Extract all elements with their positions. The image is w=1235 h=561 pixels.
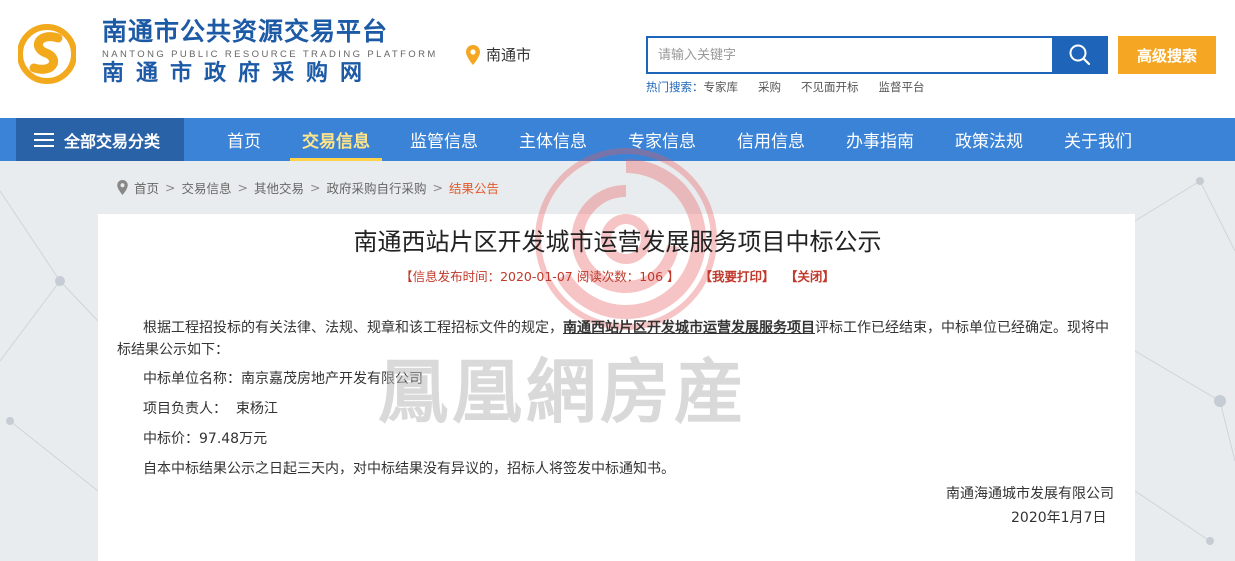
search-button[interactable] [1052,36,1108,74]
all-categories-menu[interactable]: 全部交易分类 [16,118,184,161]
search-input[interactable] [648,38,1054,72]
search-box [646,36,1054,74]
close-link[interactable]: 【关闭】 [785,269,835,284]
breadcrumb-item[interactable]: 交易信息 [182,178,232,197]
logo-text: 南通市公共资源交易平台 NANTONG PUBLIC RESOURCE TRAD… [102,17,438,88]
hot-search-label: 热门搜索： [646,80,704,94]
nav-item-supervision[interactable]: 监管信息 [398,118,490,161]
article-meta: 【信息发布时间：2020-01-07 阅读次数：106 】 【我要打印】 【关闭… [0,266,1235,285]
hot-search-item[interactable]: 采购 [758,79,781,95]
breadcrumb: 首页 > 交易信息 > 其他交易 > 政府采购自行采购 > 结果公告 [117,178,499,197]
site-title-en: NANTONG PUBLIC RESOURCE TRADING PLATFORM [102,49,438,60]
breadcrumb-separator: > [237,180,248,195]
nav-item-guide[interactable]: 办事指南 [834,118,926,161]
nav-item-policy[interactable]: 政策法规 [943,118,1035,161]
notice-line: 自本中标结果公示之日起三天内，对中标结果没有异议的，招标人将签发中标通知书。 [143,461,675,477]
nav-item-home[interactable]: 首页 [212,118,276,161]
signature-date: 2020年1月7日 [1011,510,1107,526]
nav-item-about[interactable]: 关于我们 [1052,118,1144,161]
search-icon [1069,44,1091,66]
breadcrumb-current[interactable]: 结果公告 [449,178,499,197]
breadcrumb-item[interactable]: 首页 [134,178,159,197]
all-categories-label: 全部交易分类 [64,131,161,151]
site-header: 南通市公共资源交易平台 NANTONG PUBLIC RESOURCE TRAD… [0,0,1235,118]
breadcrumb-item[interactable]: 其他交易 [254,178,304,197]
location-pin-icon [466,44,480,65]
hot-searches: 热门搜索： 专家库 采购 不见面开标 监督平台 [646,79,925,95]
hot-search-item[interactable]: 专家库 [704,79,739,95]
location-pin-icon [117,180,128,195]
nav-item-credit[interactable]: 信用信息 [725,118,817,161]
breadcrumb-separator: > [165,180,176,195]
publish-info: 【信息发布时间：2020-01-07 阅读次数：106 】 [400,269,680,284]
manager-line: 项目负责人： 束杨江 [143,401,278,417]
article-title: 南通西站片区开发城市运营发展服务项目中标公示 [353,228,882,256]
nav-item-trade-info[interactable]: 交易信息 [290,118,382,161]
breadcrumb-separator: > [310,180,321,195]
price-line: 中标价：97.48万元 [143,431,268,447]
breadcrumb-item[interactable]: 政府采购自行采购 [327,178,427,197]
print-link[interactable]: 【我要打印】 [700,269,775,284]
signature-org: 南通海通城市发展有限公司 [946,486,1114,502]
location-selector[interactable]: 南通市 [466,44,531,65]
project-name-link[interactable]: 南通西站片区开发城市运营发展服务项目 [563,320,815,336]
location-label: 南通市 [486,46,532,64]
hot-search-item[interactable]: 监督平台 [879,79,925,95]
watermark-text: 鳳凰網房産 [378,350,748,433]
advanced-search-button[interactable]: 高级搜索 [1118,36,1216,74]
site-subtitle: 南通市政府采购网 [102,61,375,86]
hot-search-item[interactable]: 不见面开标 [801,79,859,95]
platform-logo-icon[interactable] [18,20,76,88]
site-title: 南通市公共资源交易平台 [102,17,389,46]
menu-icon [34,132,54,147]
paragraph-text: 根据工程招投标的有关法律、法规、规章和该工程招标文件的规定， [143,320,563,336]
breadcrumb-separator: > [432,180,443,195]
